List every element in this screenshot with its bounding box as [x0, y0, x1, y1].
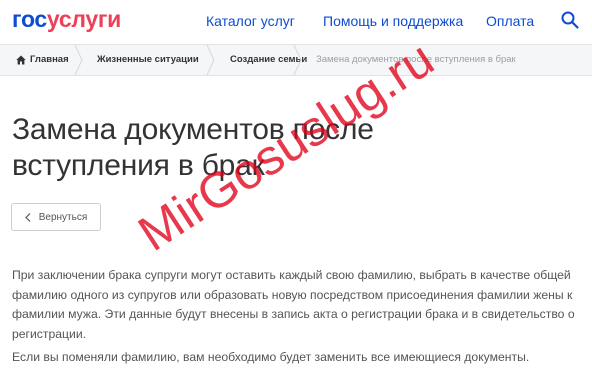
- nav-help-link[interactable]: Помощь и поддержка: [323, 12, 463, 30]
- breadcrumb-separator: [206, 45, 215, 75]
- intro-paragraph: При заключении брака супруги могут остав…: [12, 268, 575, 341]
- page-title: Замена документов после вступления в бра…: [12, 113, 374, 182]
- breadcrumb-life-situations[interactable]: Жизненные ситуации: [97, 45, 199, 75]
- back-button-label: Вернуться: [38, 211, 88, 223]
- nav-payment-link[interactable]: Оплата: [486, 12, 534, 30]
- breadcrumb-home-label: Главная: [30, 54, 69, 65]
- back-button[interactable]: Вернуться: [11, 203, 101, 231]
- breadcrumb-home[interactable]: Главная: [16, 45, 69, 75]
- breadcrumb-current: Замена документов после вступления в бра…: [316, 54, 516, 65]
- nav-catalog-link[interactable]: Каталог услуг: [206, 12, 295, 30]
- gosuslugi-logo[interactable]: госуслуги: [12, 4, 121, 34]
- breadcrumb: Главная Жизненные ситуации Создание семь…: [0, 44, 592, 76]
- search-icon[interactable]: [561, 11, 579, 29]
- breadcrumb-separator: [74, 45, 83, 75]
- breadcrumb-separator: [293, 45, 302, 75]
- chevron-left-icon: [24, 212, 31, 222]
- site-header: госуслуги Каталог услуг Помощь и поддерж…: [0, 0, 592, 42]
- instruction-paragraph: Если вы поменяли фамилию, вам необходимо…: [12, 350, 530, 364]
- home-icon: [16, 55, 26, 65]
